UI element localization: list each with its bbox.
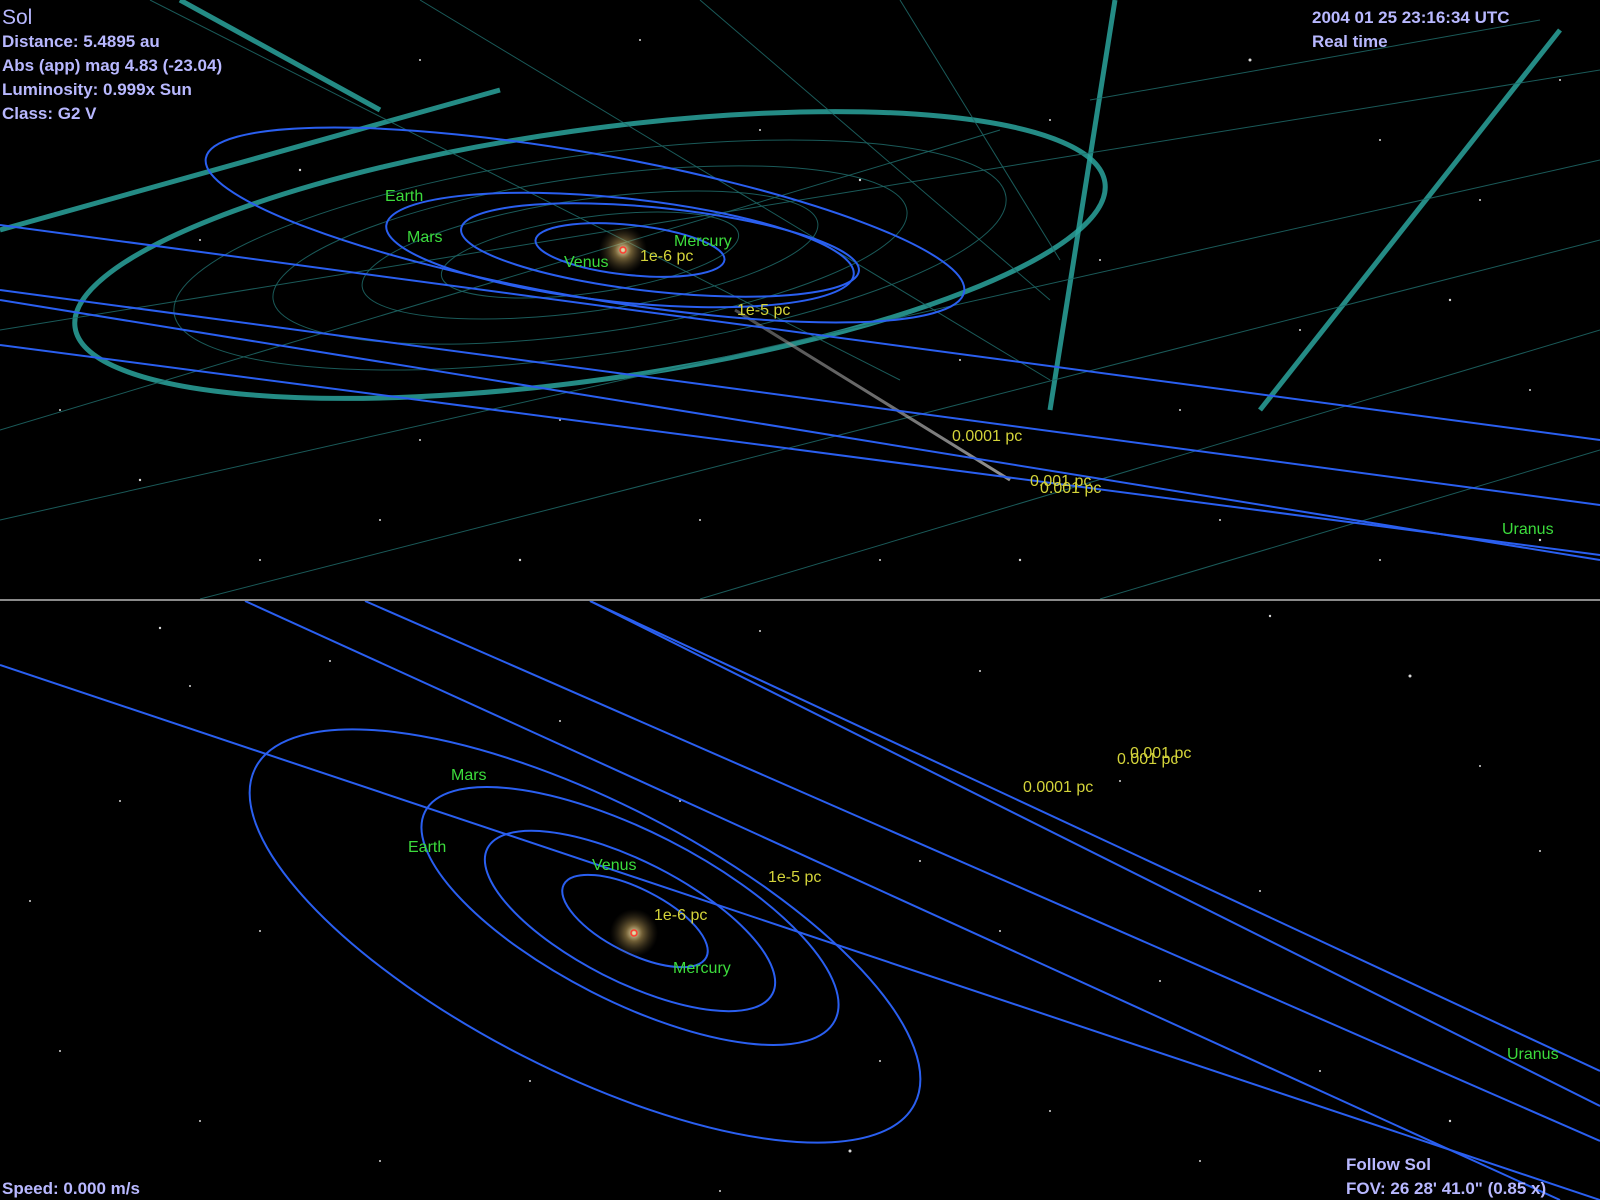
scale-0.0001: 0.0001 pc (952, 428, 1022, 445)
class-readout: Class: G2 V (2, 104, 97, 123)
scale-0.0001: 0.0001 pc (1023, 779, 1093, 796)
distance-readout: Distance: 5.4895 au (2, 32, 160, 51)
magnitude-readout: Abs (app) mag 4.83 (-23.04) (2, 56, 223, 75)
orbit-neptune (0, 344, 1600, 556)
scale-1e-5: 1e-5 pc (737, 302, 790, 319)
orbits (0, 601, 1600, 1200)
orbits (0, 126, 1600, 561)
datetime-readout: 2004 01 25 23:16:34 UTC (1312, 8, 1510, 27)
orbit-jupiter (0, 224, 1600, 441)
orbit-saturn (244, 601, 1561, 1200)
time-rate: Real time (1312, 32, 1388, 51)
time-panel: 2004 01 25 23:16:34 UTC Real time (1312, 6, 1510, 54)
object-name: Sol (2, 6, 33, 29)
coordinate-grid (0, 0, 1600, 599)
top-viewport[interactable]: Earth Mars Mercury Venus Uranus 1e-6 pc … (0, 0, 1600, 599)
scale-1e-5: 1e-5 pc (768, 869, 821, 886)
scale-labels: 1e-6 pc 1e-5 pc 0.0001 pc 0.001 pc 0.001… (654, 745, 1191, 924)
orbit-uranus (0, 299, 1600, 561)
orbit-neptune (589, 601, 1600, 1072)
luminosity-readout: Luminosity: 0.999x Sun (2, 80, 192, 99)
label-uranus: Uranus (1502, 521, 1554, 538)
top-scene[interactable]: Earth Mars Mercury Venus Uranus 1e-6 pc … (0, 0, 1600, 599)
sun[interactable] (610, 909, 658, 957)
label-earth: Earth (408, 839, 446, 856)
speed-readout: Speed: 0.000 m/s (2, 1179, 140, 1198)
planet-labels: Mars Earth Venus Mercury Uranus (408, 767, 1559, 1063)
label-earth: Earth (385, 188, 423, 205)
fov-readout: FOV: 26 28' 41.0" (0.85 x) (1346, 1179, 1547, 1198)
label-mars: Mars (407, 229, 443, 246)
scale-0.001-overlap: 0.001 pc (1130, 745, 1191, 762)
label-mercury: Mercury (673, 960, 731, 977)
object-info-panel: Sol Distance: 5.4895 au Abs (app) mag 4.… (2, 6, 222, 126)
follow-target: Follow Sol (1346, 1155, 1431, 1174)
bottom-viewport[interactable]: Mars Earth Venus Mercury Uranus 1e-6 pc … (0, 601, 1600, 1200)
label-mars: Mars (451, 767, 487, 784)
camera-status-panel: Follow Sol FOV: 26 28' 41.0" (0.85 x) (1346, 1153, 1546, 1200)
label-venus: Venus (592, 857, 636, 874)
planet-labels: Earth Mars Mercury Venus Uranus (385, 188, 1554, 538)
orbit-jupiter (0, 664, 1600, 1200)
scale-1e-6: 1e-6 pc (640, 248, 693, 265)
label-uranus: Uranus (1507, 1046, 1559, 1063)
scale-1e-6: 1e-6 pc (654, 907, 707, 924)
orbit-mars (248, 728, 922, 1144)
bottom-scene[interactable]: Mars Earth Venus Mercury Uranus 1e-6 pc … (0, 601, 1600, 1200)
label-venus: Venus (564, 254, 608, 271)
scale-0.001-overlap: 0.001 pc (1040, 480, 1101, 497)
orbit-uranus (364, 601, 1600, 1142)
